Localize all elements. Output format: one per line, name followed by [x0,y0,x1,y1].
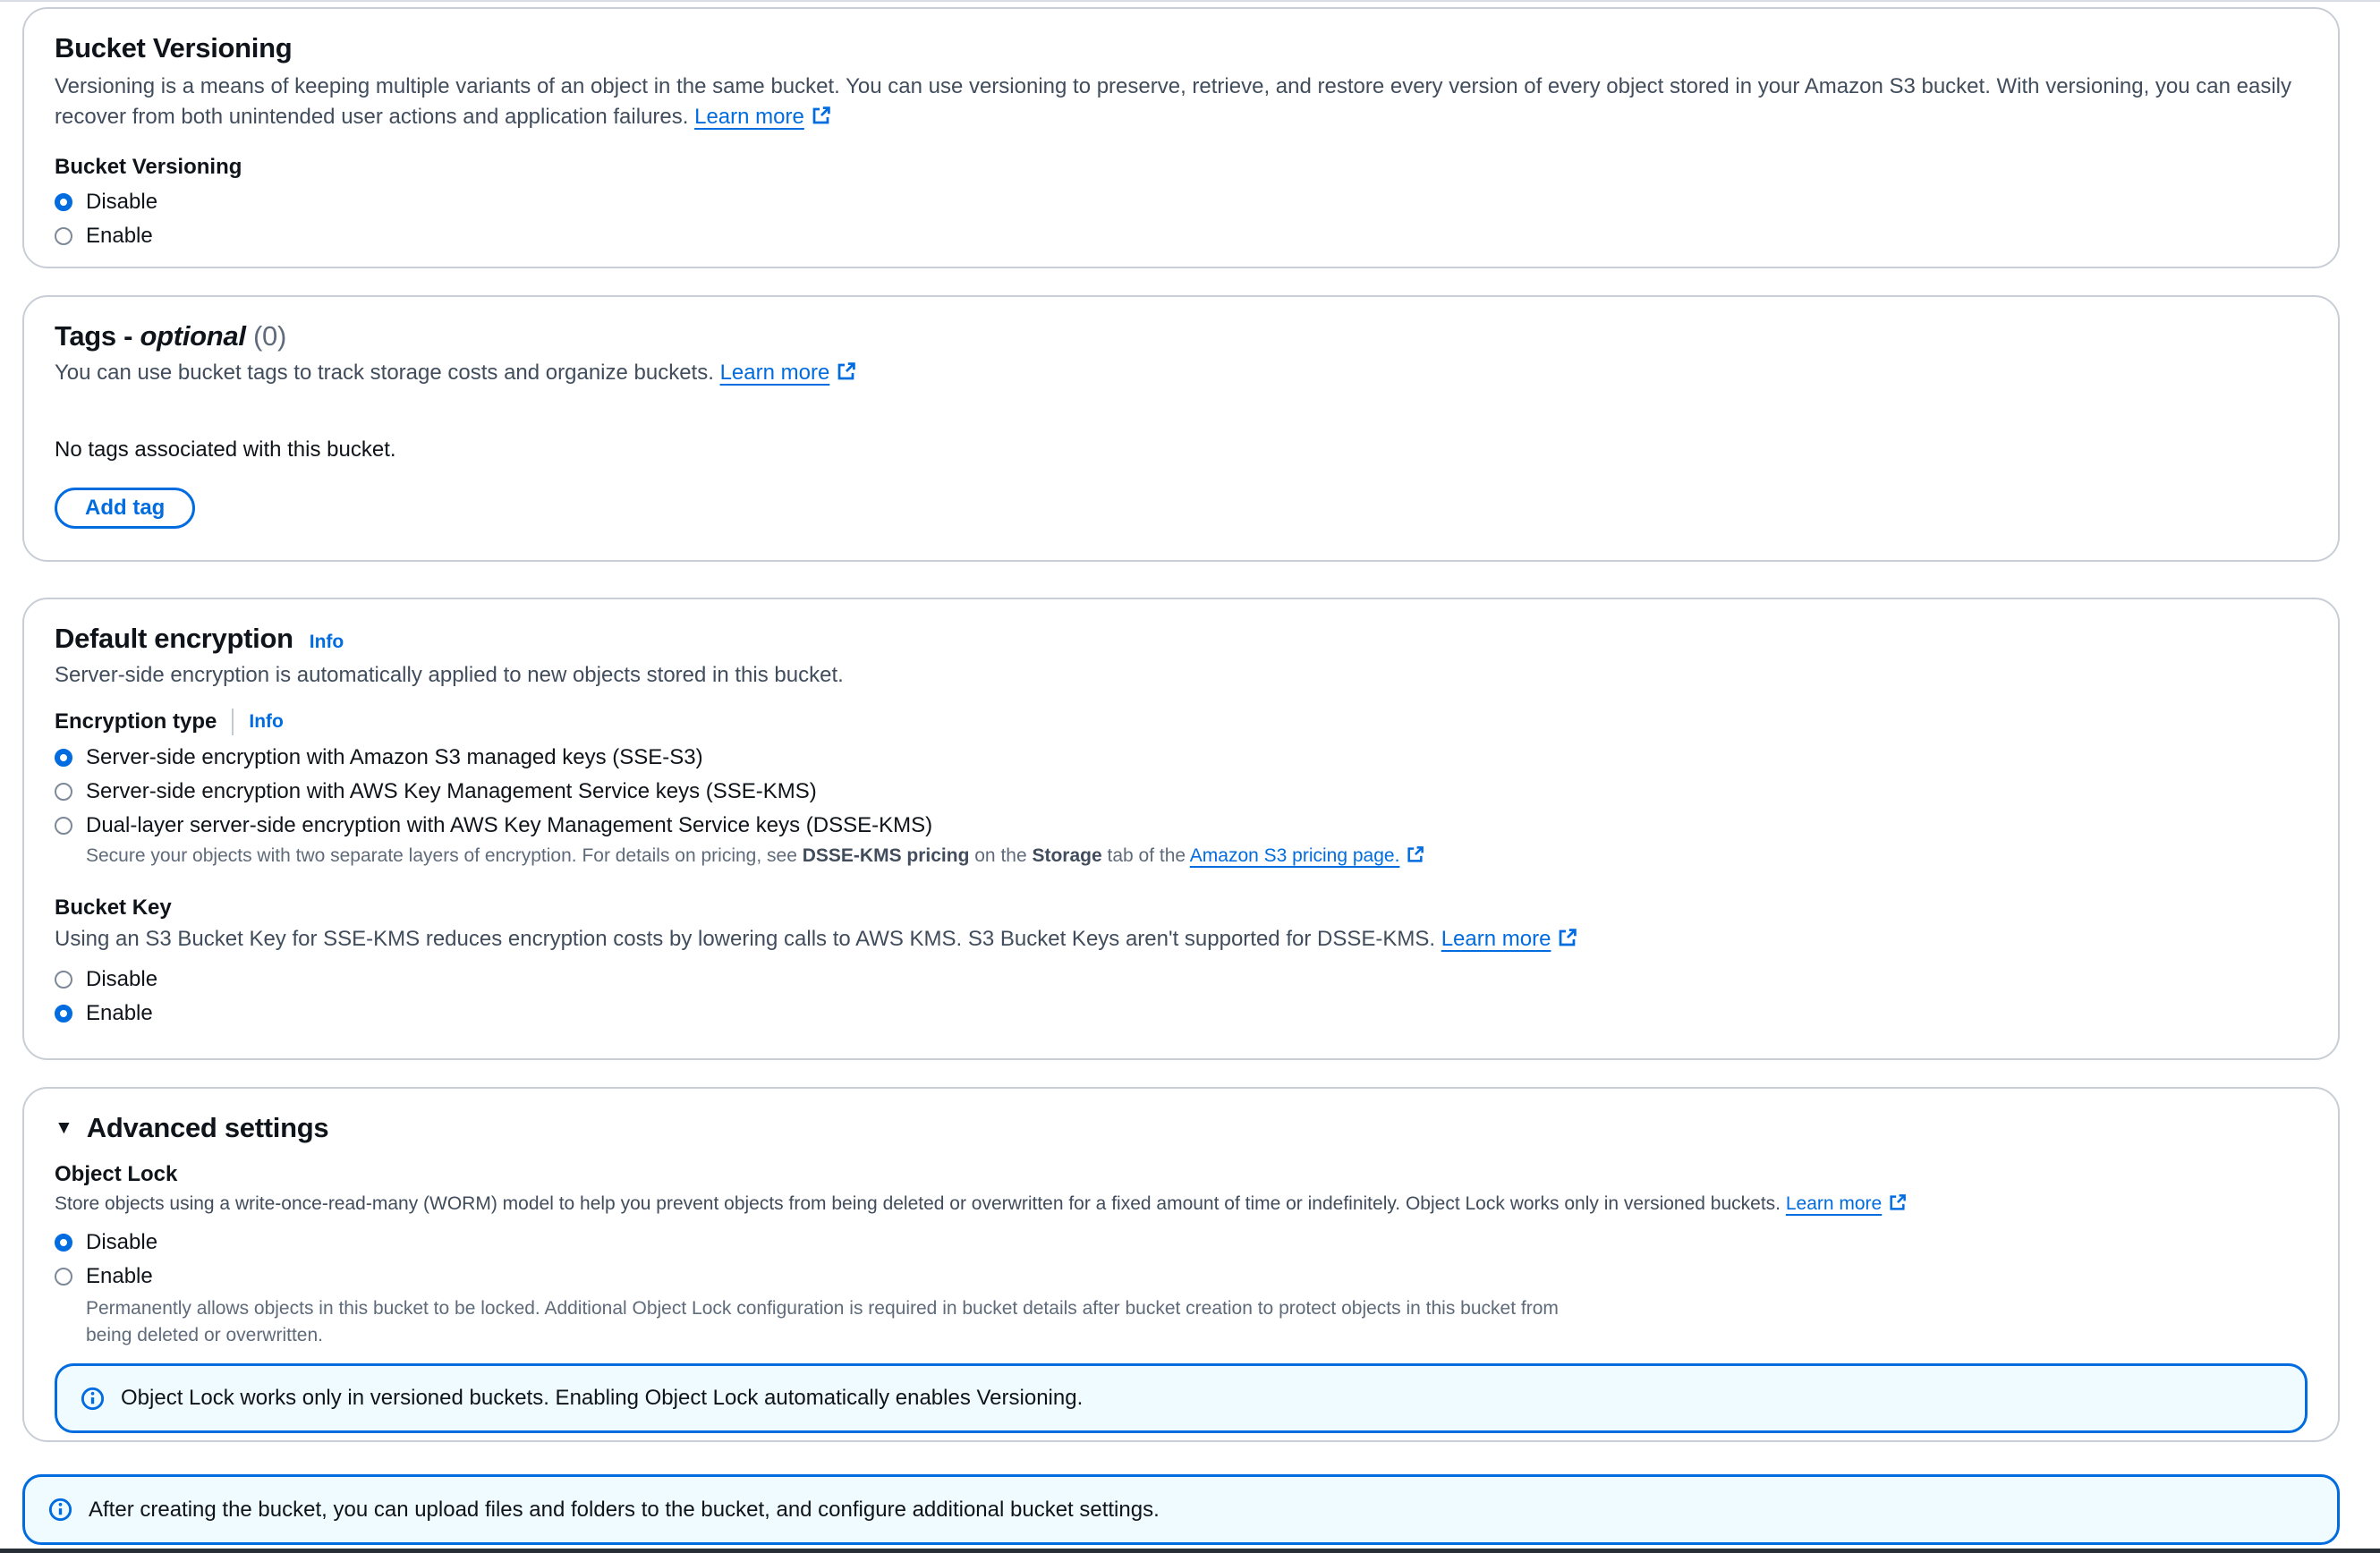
tags-title: Tags - optional (0) [55,320,2308,352]
external-link-icon [1557,927,1577,957]
bucket-versioning-section: Bucket Versioning Versioning is a means … [22,7,2340,268]
footer-info-alert: After creating the bucket, you can uploa… [22,1474,2340,1545]
tags-section: Tags - optional (0) You can use bucket t… [22,295,2340,562]
info-icon [81,1387,105,1411]
external-link-icon [836,361,856,391]
tags-description: You can use bucket tags to track storage… [55,358,2308,391]
object-lock-learn-more-link[interactable]: Learn more [1786,1193,1907,1214]
info-icon [48,1498,72,1522]
versioning-enable-option[interactable]: Enable [55,219,2308,253]
bucket-versioning-description: Versioning is a means of keeping multipl… [55,72,2308,135]
external-link-icon [811,105,831,135]
footer-alert-text: After creating the bucket, you can uploa… [89,1498,1160,1523]
radio-selected-icon[interactable] [55,193,72,211]
dsse-kms-option[interactable]: Dual-layer server-side encryption with A… [55,809,2308,843]
advanced-settings-title: Advanced settings [87,1112,329,1144]
bucket-versioning-title: Bucket Versioning [55,32,2308,64]
object-lock-info-alert: Object Lock works only in versioned buck… [55,1363,2308,1433]
radio-selected-icon[interactable] [55,1005,72,1023]
radio-unselected-icon[interactable] [55,783,72,801]
tags-learn-more-link[interactable]: Learn more [720,361,857,385]
radio-unselected-icon[interactable] [55,1268,72,1286]
radio-unselected-icon[interactable] [55,971,72,989]
sse-kms-option[interactable]: Server-side encryption with AWS Key Mana… [55,775,2308,809]
radio-unselected-icon[interactable] [55,817,72,835]
bucket-key-label: Bucket Key [55,895,2308,921]
object-lock-enable-option[interactable]: Enable [55,1260,2308,1294]
external-link-icon [1888,1193,1907,1220]
object-lock-label: Object Lock [55,1162,2308,1187]
object-lock-description: Store objects using a write-once-read-ma… [55,1191,2308,1220]
versioning-learn-more-link[interactable]: Learn more [694,105,831,129]
encryption-type-info-link[interactable]: Info [249,711,283,733]
radio-selected-icon[interactable] [55,1234,72,1252]
object-lock-radio-group: Disable Enable Permanently allows object… [55,1226,2308,1349]
default-encryption-info-link[interactable]: Info [310,632,344,653]
sse-s3-option[interactable]: Server-side encryption with Amazon S3 ma… [55,741,2308,775]
alert-text: Object Lock works only in versioned buck… [121,1386,1083,1411]
tags-empty-message: No tags associated with this bucket. [55,437,2308,463]
caret-down-icon: ▼ [55,1117,73,1139]
encryption-type-label: Encryption type [55,709,217,734]
bucket-versioning-radio-group: Disable Enable [55,185,2308,253]
bucket-key-learn-more-link[interactable]: Learn more [1441,927,1578,951]
add-tag-button[interactable]: Add tag [55,488,195,529]
object-lock-disable-option[interactable]: Disable [55,1226,2308,1260]
object-lock-enable-note: Permanently allows objects in this bucke… [86,1295,1571,1349]
bucket-key-radio-group: Disable Enable [55,963,2308,1031]
default-encryption-section: Default encryption Info Server-side encr… [22,598,2340,1060]
dsse-kms-note: Secure your objects with two separate la… [86,843,2308,872]
bucket-versioning-field-label: Bucket Versioning [55,155,2308,180]
bucket-key-disable-option[interactable]: Disable [55,963,2308,997]
radio-unselected-icon[interactable] [55,227,72,245]
vertical-divider [232,709,234,735]
tags-title-optional: optional [140,320,246,352]
encryption-type-header: Encryption type Info [55,709,2308,735]
radio-selected-icon[interactable] [55,749,72,767]
encryption-type-radio-group: Server-side encryption with Amazon S3 ma… [55,741,2308,872]
bucket-key-description: Using an S3 Bucket Key for SSE-KMS reduc… [55,924,2308,957]
window-bottom-edge [0,1549,2380,1553]
bucket-key-enable-option[interactable]: Enable [55,997,2308,1031]
external-link-icon [1406,845,1424,872]
advanced-settings-section: ▼ Advanced settings Object Lock Store ob… [22,1087,2340,1442]
advanced-settings-toggle[interactable]: ▼ Advanced settings [55,1112,2308,1144]
page-top-divider [0,0,2380,2]
versioning-disable-option[interactable]: Disable [55,185,2308,219]
default-encryption-description: Server-side encryption is automatically … [55,660,2308,691]
s3-pricing-page-link[interactable]: Amazon S3 pricing page. [1190,845,1425,866]
default-encryption-title: Default encryption [55,623,293,655]
tags-count: (0) [253,320,286,352]
